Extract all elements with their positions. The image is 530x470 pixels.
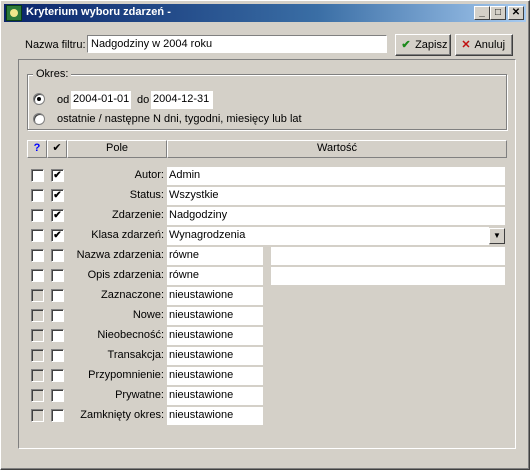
row-select-checkbox[interactable]	[31, 269, 44, 282]
window-title: Kryterium wyboru zdarzeń -	[26, 6, 171, 18]
row-select-checkbox[interactable]	[31, 349, 44, 362]
row-flag-field[interactable]: nieustawione	[167, 327, 263, 345]
period-relative-radio[interactable]	[33, 113, 45, 125]
row-field-label: Zamknięty okres:	[80, 409, 164, 421]
criteria-panel: Okres: od 2004-01-01 do 2004-12-31 ostat…	[18, 59, 516, 449]
save-button[interactable]: ✔ Zapisz	[395, 34, 451, 56]
header-field-column[interactable]: Pole	[67, 140, 167, 158]
row-select-checkbox[interactable]	[31, 389, 44, 402]
row-select-checkbox[interactable]	[31, 369, 44, 382]
row-select-checkbox[interactable]	[31, 309, 44, 322]
row-field-label: Przypomnienie:	[88, 369, 164, 381]
row-field-label: Opis zdarzenia:	[87, 269, 164, 281]
row-operator-field[interactable]: równe	[167, 247, 263, 265]
maximize-button[interactable]: □	[490, 6, 506, 20]
row-flag-field[interactable]: nieustawione	[167, 347, 263, 365]
row-field-label: Nieobecność:	[97, 329, 164, 341]
row-text-input[interactable]	[271, 247, 505, 265]
save-button-label: Zapisz	[415, 39, 448, 51]
row-select-checkbox[interactable]	[31, 229, 44, 242]
to-label: do	[137, 94, 150, 106]
row-value-field[interactable]: Wszystkie	[167, 187, 505, 205]
row-field-label: Transakcja:	[107, 349, 164, 361]
app-icon	[6, 5, 22, 21]
row-flag-field[interactable]: nieustawione	[167, 407, 263, 425]
row-field-label: Status:	[129, 189, 164, 201]
row-select-checkbox[interactable]	[31, 209, 44, 222]
row-flag-field[interactable]: nieustawione	[167, 387, 263, 405]
row-select-checkbox[interactable]	[31, 409, 44, 422]
row-flag-field[interactable]: nieustawione	[167, 307, 263, 325]
row-field-label: Nazwa zdarzenia:	[76, 249, 164, 261]
row-flag-field[interactable]: nieustawione	[167, 287, 263, 305]
row-select-checkbox[interactable]	[31, 329, 44, 342]
row-field-label: Zdarzenie:	[112, 209, 164, 221]
row-select-checkbox[interactable]	[31, 249, 44, 262]
row-select-checkbox[interactable]	[31, 169, 44, 182]
cancel-icon: ✕	[461, 39, 471, 51]
cancel-button-label: Anuluj	[474, 39, 506, 51]
from-label: od	[57, 94, 70, 106]
header-check-column[interactable]: ✔	[47, 140, 67, 158]
row-field-label: Prywatne:	[115, 389, 164, 401]
relative-period-label: ostatnie / następne N dni, tygodni, mies…	[57, 113, 302, 125]
row-field-label: Zaznaczone:	[101, 289, 164, 301]
to-date-input[interactable]: 2004-12-31	[151, 91, 213, 109]
cancel-button[interactable]: ✕ Anuluj	[455, 34, 513, 56]
filter-name-label: Nazwa filtru:	[25, 39, 86, 51]
header-value-column[interactable]: Wartość	[167, 140, 507, 158]
row-value-field[interactable]: Admin	[167, 167, 505, 185]
row-field-label: Autor:	[134, 169, 164, 181]
close-button[interactable]: ✕	[508, 6, 524, 20]
row-field-label: Klasa zdarzeń:	[91, 229, 164, 241]
row-text-input[interactable]	[271, 267, 505, 285]
row-flag-field[interactable]: nieustawione	[167, 367, 263, 385]
minimize-button[interactable]: _	[474, 6, 490, 20]
filter-name-input[interactable]: Nadgodziny w 2004 roku	[87, 35, 387, 53]
from-date-input[interactable]: 2004-01-01	[71, 91, 131, 109]
row-select-checkbox[interactable]	[31, 289, 44, 302]
row-value-dropdown[interactable]: Wynagrodzenia	[167, 227, 489, 245]
checkmark-icon: ✔	[401, 39, 411, 51]
period-range-radio[interactable]	[33, 93, 45, 105]
row-value-field[interactable]: Nadgodziny	[167, 207, 505, 225]
row-select-checkbox[interactable]	[31, 189, 44, 202]
title-bar[interactable]: Kryterium wyboru zdarzeń - _ □ ✕	[4, 4, 526, 22]
header-help-column[interactable]: ?	[27, 140, 47, 158]
dialog-window: Kryterium wyboru zdarzeń - _ □ ✕ Nazwa f…	[0, 0, 530, 470]
period-legend: Okres:	[33, 68, 72, 80]
row-field-label: Nowe:	[132, 309, 164, 321]
row-operator-field[interactable]: równe	[167, 267, 263, 285]
dropdown-arrow-icon[interactable]: ▼	[489, 228, 505, 244]
